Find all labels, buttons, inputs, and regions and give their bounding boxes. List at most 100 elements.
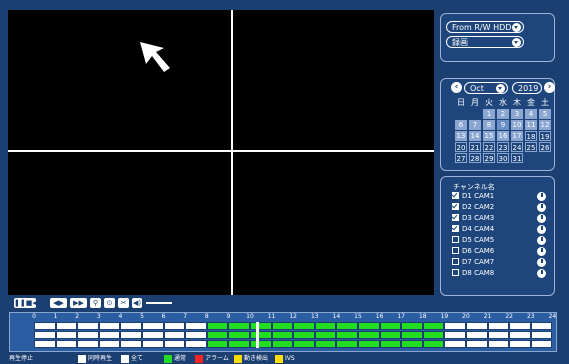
calendar-day[interactable]: 10: [511, 120, 523, 130]
timeline-cell[interactable]: [250, 322, 272, 330]
timeline-cell[interactable]: [77, 331, 99, 339]
timeline-cell[interactable]: [98, 322, 121, 330]
power-icon[interactable]: [537, 247, 546, 256]
channel-row[interactable]: D3 CAM3: [452, 213, 542, 223]
timeline-cell[interactable]: [34, 322, 56, 330]
timeline-cell[interactable]: [444, 322, 466, 330]
timeline-cell[interactable]: [509, 331, 531, 339]
timeline-cell[interactable]: [206, 340, 229, 348]
timeline-cell[interactable]: [163, 340, 186, 348]
timeline-cell[interactable]: [55, 340, 78, 348]
channel-row[interactable]: D4 CAM4: [452, 224, 542, 234]
calendar-day[interactable]: 19: [539, 131, 551, 141]
timeline-cell[interactable]: [466, 340, 488, 348]
channel-row[interactable]: D2 CAM2: [452, 202, 542, 212]
video-tile-3[interactable]: [8, 152, 231, 295]
timeline-cell[interactable]: [120, 322, 142, 330]
timeline-cell[interactable]: [422, 331, 445, 339]
calendar-day[interactable]: 22: [483, 142, 495, 152]
calendar-day[interactable]: 9: [497, 120, 509, 130]
power-icon[interactable]: [537, 192, 546, 201]
calendar-day[interactable]: 4: [525, 109, 537, 119]
timeline-cell[interactable]: [530, 322, 553, 330]
power-icon[interactable]: [537, 258, 546, 267]
timeline-cell[interactable]: [487, 340, 510, 348]
timeline-cell[interactable]: [163, 331, 186, 339]
calendar-day[interactable]: 31: [511, 153, 523, 163]
channel-checkbox[interactable]: [452, 258, 459, 265]
calendar-day[interactable]: 6: [455, 120, 467, 130]
channel-checkbox[interactable]: [452, 247, 459, 254]
channel-row[interactable]: D7 CAM7: [452, 257, 542, 267]
timeline-grid[interactable]: [34, 322, 553, 348]
channel-row[interactable]: D8 CAM8: [452, 268, 542, 278]
timeline-cell[interactable]: [466, 331, 488, 339]
timeline-cell[interactable]: [422, 322, 445, 330]
timeline-cell[interactable]: [314, 331, 337, 339]
all-toggle[interactable]: 全て: [121, 355, 143, 363]
timeline-cell[interactable]: [185, 331, 207, 339]
timeline-cell[interactable]: [358, 340, 380, 348]
calendar-day[interactable]: 1: [483, 109, 495, 119]
timeline-cell[interactable]: [142, 331, 164, 339]
volume-icon[interactable]: ◀): [132, 298, 142, 308]
channel-row[interactable]: D6 CAM6: [452, 246, 542, 256]
timeline-cell[interactable]: [336, 322, 358, 330]
calendar-day[interactable]: 24: [511, 142, 523, 152]
power-icon[interactable]: [537, 214, 546, 223]
video-tile-4[interactable]: [233, 152, 434, 295]
timeline-cell[interactable]: [379, 322, 402, 330]
timeline-cell[interactable]: [185, 322, 207, 330]
month-select[interactable]: Oct: [464, 82, 508, 94]
calendar-day[interactable]: 8: [483, 120, 495, 130]
timeline-cell[interactable]: [444, 331, 466, 339]
power-icon[interactable]: [537, 203, 546, 212]
timeline-cell[interactable]: [379, 331, 402, 339]
timeline-cell[interactable]: [228, 322, 250, 330]
timeline-cell[interactable]: [55, 331, 78, 339]
channel-checkbox[interactable]: [452, 269, 459, 276]
timeline-cell[interactable]: [163, 322, 186, 330]
calendar-day[interactable]: 5: [539, 109, 551, 119]
source-select[interactable]: From R/W HDD: [446, 21, 524, 33]
timeline-cell[interactable]: [228, 331, 250, 339]
timeline-cell[interactable]: [379, 340, 402, 348]
timeline-cell[interactable]: [271, 340, 294, 348]
fast-forward-button[interactable]: ▶▶: [70, 298, 87, 308]
timeline-playhead[interactable]: [256, 322, 259, 348]
timeline-cell[interactable]: [530, 331, 553, 339]
calendar-day[interactable]: 25: [525, 142, 537, 152]
timeline-cell[interactable]: [185, 340, 207, 348]
year-field[interactable]: 2019: [512, 82, 542, 94]
timeline-cell[interactable]: [422, 340, 445, 348]
timeline-cell[interactable]: [98, 331, 121, 339]
volume-slider[interactable]: [146, 302, 172, 304]
timeline-cell[interactable]: [98, 340, 121, 348]
channel-checkbox[interactable]: [452, 214, 459, 221]
calendar-day[interactable]: 18: [525, 131, 537, 141]
timeline-cell[interactable]: [487, 322, 510, 330]
timeline-cell[interactable]: [228, 340, 250, 348]
timeline-cell[interactable]: [509, 322, 531, 330]
calendar-day[interactable]: 14: [469, 131, 481, 141]
calendar-day[interactable]: 15: [483, 131, 495, 141]
play-pause-stop-button[interactable]: ❚❚■◀: [14, 298, 38, 308]
timeline-cell[interactable]: [206, 331, 229, 339]
calendar-day[interactable]: 27: [455, 153, 467, 163]
channel-checkbox[interactable]: [452, 225, 459, 232]
timeline-cell[interactable]: [77, 340, 99, 348]
timeline-cell[interactable]: [401, 331, 423, 339]
calendar-day[interactable]: 12: [539, 120, 551, 130]
step-button[interactable]: ◀▶: [50, 298, 67, 308]
calendar-day[interactable]: 16: [497, 131, 509, 141]
timeline-cell[interactable]: [271, 322, 294, 330]
calendar-day[interactable]: 29: [483, 153, 495, 163]
calendar-day[interactable]: 30: [497, 153, 509, 163]
power-icon[interactable]: [537, 269, 546, 278]
timeline-cell[interactable]: [77, 322, 99, 330]
channel-row[interactable]: D1 CAM1: [452, 191, 542, 201]
calendar-day[interactable]: 11: [525, 120, 537, 130]
timeline-cell[interactable]: [142, 322, 164, 330]
timeline-cell[interactable]: [401, 340, 423, 348]
calendar-day[interactable]: 26: [539, 142, 551, 152]
